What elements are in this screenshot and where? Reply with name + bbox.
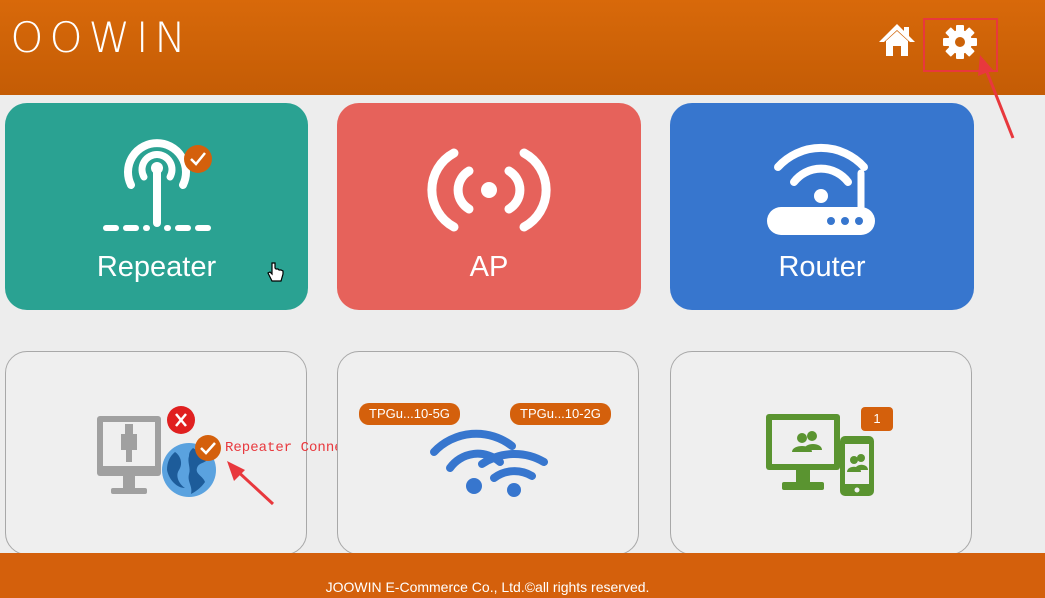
- home-icon: [879, 24, 915, 56]
- selected-check-icon: [184, 145, 212, 173]
- settings-highlight-box: [923, 18, 998, 72]
- hand-cursor-icon: [267, 262, 284, 282]
- mode-tile-ap[interactable]: AP: [337, 103, 641, 310]
- footer-bar: JOOWIN E-Commerce Co., Ltd.©all rights r…: [0, 553, 1045, 598]
- connected-devices-icon: [766, 414, 874, 496]
- router-icon: [767, 143, 875, 235]
- ap-broadcast-icon: [427, 148, 551, 232]
- mode-tile-repeater[interactable]: Repeater: [5, 103, 308, 310]
- home-button[interactable]: [877, 22, 917, 60]
- mode-label-repeater: Repeater: [96, 251, 217, 283]
- joowin-logo: JOOWIN: [0, 13, 192, 62]
- header-bar: JOOWIN: [0, 0, 1045, 95]
- disconnected-x-icon: [167, 406, 195, 434]
- copyright-text: JOOWIN E-Commerce Co., Ltd.©all rights r…: [325, 579, 650, 595]
- network-pill-5g: TPGu...10-5G: [359, 403, 460, 425]
- clients-count-badge: 1: [861, 407, 893, 431]
- mode-tile-router[interactable]: Router: [670, 103, 974, 310]
- computer-ethernet-icon: [97, 416, 161, 494]
- mode-label-ap: AP: [469, 251, 509, 283]
- network-pill-2g: TPGu...10-2G: [510, 403, 611, 425]
- mode-label-router: Router: [778, 251, 866, 283]
- connected-check-icon: [195, 435, 221, 461]
- wifi-dual-band-icon: [430, 429, 548, 497]
